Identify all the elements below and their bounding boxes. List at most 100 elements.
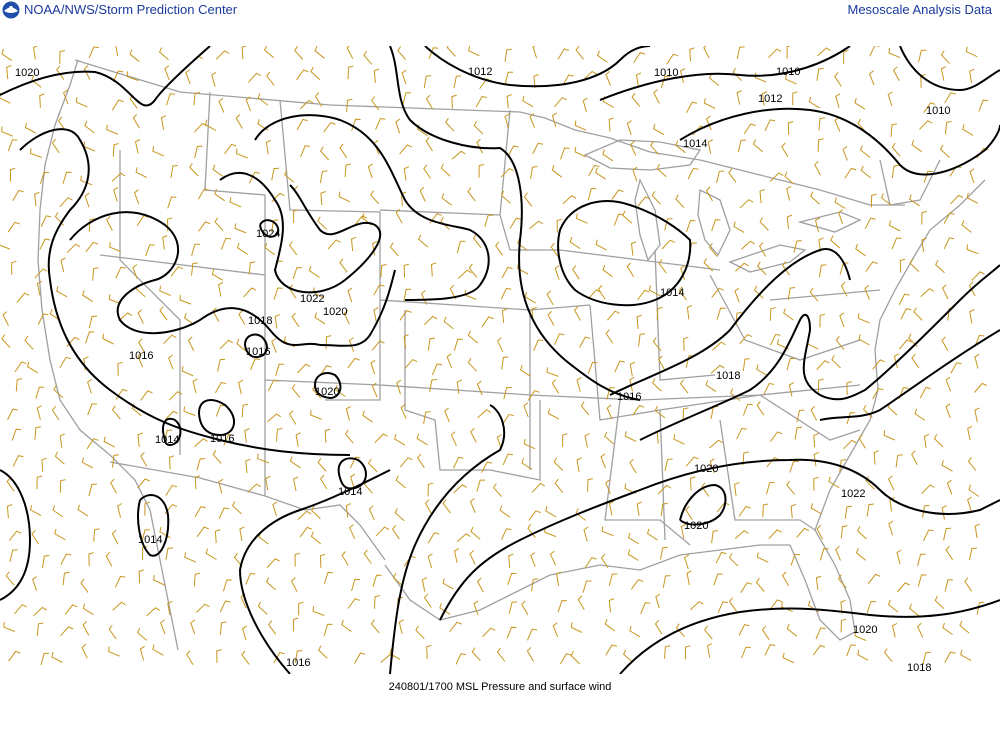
wind-barb [265,139,272,155]
header-title-left: NOAA/NWS/Storm Prediction Center [24,2,238,17]
wind-barb [196,526,209,538]
wind-barb [941,284,949,300]
wind-barb [944,92,956,104]
wind-barb [133,189,140,205]
wind-barb [531,482,546,493]
wind-barb [423,315,438,326]
wind-barb [786,480,795,495]
wind-barb [575,46,584,60]
wind-barb [738,624,750,636]
wind-barb [891,142,901,157]
wind-barb [713,573,723,586]
wind-barb [214,529,221,544]
wind-barb [297,510,312,520]
isobar-label: 1012 [468,66,492,78]
wind-barb [467,330,479,344]
wind-barb [872,359,885,370]
wind-barb [737,139,747,153]
wind-barb [638,333,645,347]
wind-barb [943,237,955,250]
wind-barb [809,287,819,302]
wind-barb [425,136,433,152]
wind-barb [1,126,13,137]
wind-barb [234,223,247,234]
wind-barb [866,503,874,517]
wind-barb [291,312,300,327]
wind-barb [241,46,247,60]
wind-barb [363,549,372,564]
wind-barb [56,286,68,298]
wind-barb [683,336,689,351]
wind-barb [941,336,949,352]
wind-barb [40,172,49,185]
wind-barb [239,526,245,541]
wind-barb [8,650,21,662]
map-caption: 240801/1700 MSL Pressure and surface win… [388,681,612,693]
wind-barb [601,526,614,537]
wind-barb [166,93,176,106]
wind-barb [218,507,230,520]
wind-barb [191,262,198,276]
wind-barb [807,338,819,350]
wind-barb [235,114,243,129]
wind-barb [418,234,429,248]
wind-barb [974,523,980,539]
isobar-label: 1018 [907,662,931,674]
wind-barb [34,426,41,440]
wind-barb [569,236,581,250]
wind-barb [370,190,380,205]
wind-barb [701,482,710,497]
wind-barb [769,431,783,442]
wind-barb [658,258,667,274]
wind-barb [968,547,977,561]
wind-barb [241,403,249,418]
wind-barb [15,378,23,392]
wind-barb [818,117,826,131]
wind-barb [857,649,869,661]
wind-barb [82,621,90,636]
wind-barb [245,572,256,585]
wind-barb [506,94,512,109]
wind-barb [831,354,841,369]
wind-barb [77,504,89,517]
wind-barb [160,115,167,130]
wind-barb [168,354,174,370]
wind-barb [368,505,375,521]
wind-barb [183,406,196,416]
wind-barb [423,593,432,608]
wind-barb [35,386,45,399]
wind-barb [532,142,544,155]
wind-barb [579,336,591,348]
wind-barb [310,531,322,545]
wind-barb [109,242,121,253]
wind-barb [814,217,821,233]
wind-barb [214,381,227,394]
wind-barb [36,622,44,636]
wind-barb [717,601,728,613]
wind-barb [711,530,719,544]
wind-barb [868,70,875,86]
wind-barb [299,526,312,538]
isobar-labels: 1020 1012 1010 1010 1012 1010 1014 1024 … [15,66,950,674]
wind-barb [394,433,406,446]
wind-barb [630,140,637,156]
wind-barb [840,525,848,539]
wind-barb [946,479,953,495]
wind-barb [887,475,895,491]
wind-barb [500,190,511,204]
wind-barb [81,457,94,469]
wind-barb [969,168,975,184]
wind-barb [395,475,406,489]
wind-barb [608,500,615,516]
wind-barb [582,580,592,593]
wind-barb [736,90,742,105]
wind-barb [673,434,685,445]
wind-barb [552,622,559,638]
wind-barb [969,309,975,324]
wind-barb [662,575,671,588]
wind-barb [738,505,751,517]
wind-barb [554,333,565,346]
wind-barb [88,46,99,59]
wind-barb [577,595,585,611]
wind-barb [913,307,923,321]
